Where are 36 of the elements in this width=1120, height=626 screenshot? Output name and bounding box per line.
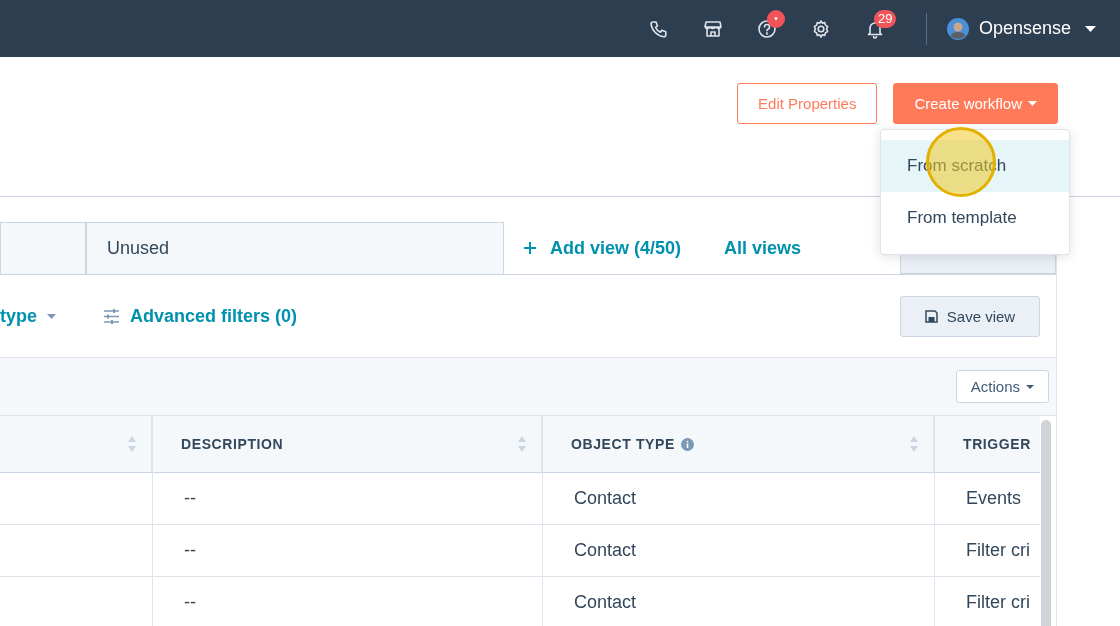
column-header[interactable]: TRIGGER xyxy=(935,416,1040,473)
table-cell: Events xyxy=(935,473,1040,525)
table-cell: Contact xyxy=(543,525,935,577)
plus-icon xyxy=(523,241,537,255)
help-icon[interactable] xyxy=(756,18,777,39)
info-icon[interactable] xyxy=(680,437,694,451)
phone-icon[interactable] xyxy=(648,18,669,39)
caret-icon xyxy=(47,313,56,319)
help-badge: • xyxy=(766,9,785,28)
all-views-link[interactable]: All views xyxy=(724,237,802,259)
table-cell: Filter cri xyxy=(935,577,1040,626)
menu-item[interactable]: From template xyxy=(881,192,1069,244)
avatar[interactable] xyxy=(946,17,969,40)
table-cell: -- xyxy=(153,577,543,626)
actions-button[interactable]: Actions xyxy=(955,370,1049,403)
table-cell: -- xyxy=(153,473,543,525)
save-view-button[interactable]: Save view xyxy=(900,295,1040,337)
column-header[interactable]: DESCRIPTION xyxy=(153,416,543,473)
column-header[interactable]: OBJECT TYPE xyxy=(543,416,935,473)
caret-icon xyxy=(1026,384,1034,389)
type-filter[interactable]: type xyxy=(0,305,56,327)
table-cell: Contact xyxy=(543,577,935,626)
sliders-icon xyxy=(103,308,120,324)
save-icon xyxy=(924,309,938,323)
advanced-filters-button[interactable]: Advanced filters (0) xyxy=(103,305,298,327)
caret-icon xyxy=(1085,25,1096,32)
store-icon[interactable] xyxy=(702,18,723,39)
caret-icon xyxy=(1028,101,1037,106)
scrollbar[interactable] xyxy=(1041,420,1051,626)
view-tab[interactable]: Unused xyxy=(86,222,504,274)
table-cell: Contact xyxy=(543,473,935,525)
add-view-link[interactable]: Add view (4/50) xyxy=(550,237,682,259)
table-cell: Filter cri xyxy=(935,525,1040,577)
notification-badge: 29 xyxy=(873,9,897,28)
account-menu[interactable]: Opensense xyxy=(978,18,1096,39)
table-cell: -- xyxy=(153,525,543,577)
